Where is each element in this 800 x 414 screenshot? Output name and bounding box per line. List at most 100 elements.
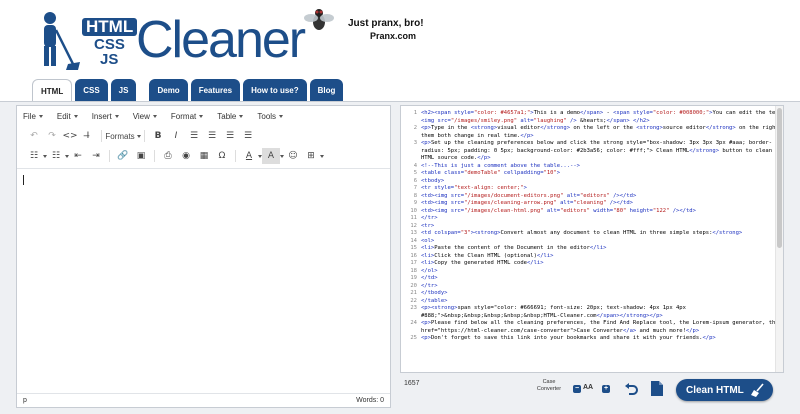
line-number: 16 [410, 252, 417, 259]
outdent-icon[interactable]: ⇤ [69, 148, 87, 164]
clean-html-button[interactable]: Clean HTML [676, 379, 773, 401]
formats-dropdown[interactable]: Formats [105, 128, 141, 144]
visual-editor: File Edit Insert View Format Table Tools… [16, 105, 391, 408]
clear-formatting-icon[interactable]: I̶ [79, 128, 97, 144]
bullet-list-icon[interactable]: ☷ [25, 148, 43, 164]
code-text: <tr style="text-align: center;"> [421, 185, 527, 191]
line-number: 14 [410, 237, 417, 244]
menu-view[interactable]: View [133, 112, 157, 121]
menu-format[interactable]: Format [170, 111, 204, 121]
align-right-icon[interactable]: ☰ [221, 128, 239, 144]
undo-icon[interactable]: ↶ [25, 128, 43, 144]
document-icon[interactable] [651, 381, 663, 396]
line-number: 2 [413, 125, 417, 131]
menu-insert[interactable]: Insert [92, 112, 119, 121]
table-icon[interactable]: ⊞ [302, 148, 320, 164]
site-logo[interactable]: HTML CSS JS Cleaner [36, 8, 306, 72]
line-number: 6 [413, 177, 417, 184]
line-number: 11 [410, 215, 417, 221]
source-scrollbar[interactable] [775, 106, 783, 372]
code-text: <tbody> [421, 177, 445, 184]
promo-link[interactable]: Pranx.com [370, 31, 416, 41]
redo-icon[interactable]: ↷ [43, 128, 61, 144]
code-text: <li>Paste the content of the Document in… [421, 245, 607, 251]
align-justify-icon[interactable]: ☰ [239, 128, 257, 144]
promo-banner[interactable]: Just pranx, bro! Pranx.com [304, 6, 424, 46]
preview-icon[interactable]: ◉ [177, 148, 195, 164]
background-color-icon[interactable]: A [262, 148, 280, 164]
code-text: </tbody> [421, 290, 448, 296]
code-text: <td colspan="3"><strong>Convert almost a… [421, 230, 743, 236]
numbered-list-icon[interactable]: ☷ [47, 148, 65, 164]
code-text: <p>Don't forget to save this link into y… [421, 335, 716, 341]
font-size-increase-button[interactable]: + [602, 385, 610, 393]
line-number: 20 [410, 282, 417, 289]
font-size-decrease-button[interactable]: − [573, 385, 581, 393]
chevron-down-icon [136, 134, 141, 138]
tab-html[interactable]: HTML [32, 79, 73, 102]
bold-icon[interactable]: B [149, 128, 167, 144]
clean-html-label: Clean HTML [686, 384, 744, 396]
text-color-icon[interactable]: A [240, 148, 258, 164]
align-left-icon[interactable]: ☰ [185, 128, 203, 144]
code-text: <p>Please find below all the cleaning pr… [421, 320, 784, 326]
tab-css[interactable]: CSS [75, 79, 108, 101]
tab-demo[interactable]: Demo [149, 79, 188, 101]
line-number: 12 [410, 222, 417, 229]
special-char-icon[interactable]: Ω [213, 148, 231, 164]
code-text: <table class="demoTable" cellpadding="10… [421, 170, 561, 176]
code-text: <p>Set up the cleaning preferences below… [421, 140, 772, 146]
word-count: Words: 0 [356, 397, 384, 404]
align-center-icon[interactable]: ☰ [203, 128, 221, 144]
link-icon[interactable]: 🔗 [114, 148, 132, 164]
menu-table[interactable]: Table [217, 112, 244, 121]
editor-menubar: File Edit Insert View Format Table Tools [17, 106, 390, 126]
promo-title: Just pranx, bro! [348, 18, 424, 29]
menu-format-label: Format [170, 111, 197, 121]
print-icon[interactable]: ⎙ [159, 148, 177, 164]
code-text: <img src="/images/smiley.png" alt="laugh… [421, 117, 650, 124]
source-bottom-bar: 1657 Case Converter − AA + Clean HTML [400, 376, 784, 406]
italic-icon[interactable]: I [167, 128, 185, 144]
visual-edit-area[interactable] [17, 168, 390, 394]
logo-wordmark: Cleaner [136, 11, 306, 69]
line-number: 24 [410, 320, 417, 326]
tab-js[interactable]: JS [110, 79, 137, 101]
media-icon[interactable]: ▦ [195, 148, 213, 164]
menu-file[interactable]: File [23, 112, 43, 121]
undo-icon[interactable] [624, 382, 638, 396]
chevron-down-icon [239, 114, 244, 118]
menu-tools[interactable]: Tools [257, 112, 284, 121]
image-icon[interactable]: ▣ [132, 148, 150, 164]
element-path[interactable]: p [23, 397, 27, 404]
source-code-icon[interactable]: <> [61, 128, 79, 144]
menu-edit[interactable]: Edit [57, 112, 78, 121]
case-converter-button[interactable]: Case Converter [535, 379, 563, 393]
code-text: </table> [421, 297, 448, 304]
code-text: <p>Type in the <strong>visual editor</st… [421, 125, 783, 131]
line-number: 23 [410, 305, 417, 311]
toolbar-divider [235, 150, 236, 162]
chevron-down-icon[interactable] [320, 154, 324, 158]
source-editor[interactable]: 1 <h2><span style="color: #4657a1;">This … [400, 105, 784, 373]
line-number: 15 [410, 245, 417, 251]
line-number: 13 [410, 230, 417, 236]
code-text: <td><img src="/images/clean-html.png" al… [421, 207, 696, 214]
tab-features[interactable]: Features [190, 79, 241, 101]
chevron-down-icon [152, 114, 157, 118]
tab-blog[interactable]: Blog [309, 79, 344, 101]
formats-label: Formats [105, 131, 135, 141]
editor-statusbar: p Words: 0 [17, 393, 390, 407]
emoticon-icon[interactable]: ☺ [284, 148, 302, 164]
line-number: 3 [413, 140, 417, 146]
line-number: 18 [410, 267, 417, 274]
code-text: <!--This is just a comment above the tab… [421, 162, 580, 169]
text-cursor [23, 175, 24, 185]
tab-how-to-use[interactable]: How to use? [243, 79, 307, 101]
scrollbar-thumb[interactable] [777, 108, 782, 248]
indent-icon[interactable]: ⇥ [87, 148, 105, 164]
code-text: them both change in real time.</p> [421, 132, 534, 139]
broom-icon [751, 383, 764, 397]
menu-edit-label: Edit [56, 111, 71, 121]
code-text: </td> [421, 275, 438, 281]
